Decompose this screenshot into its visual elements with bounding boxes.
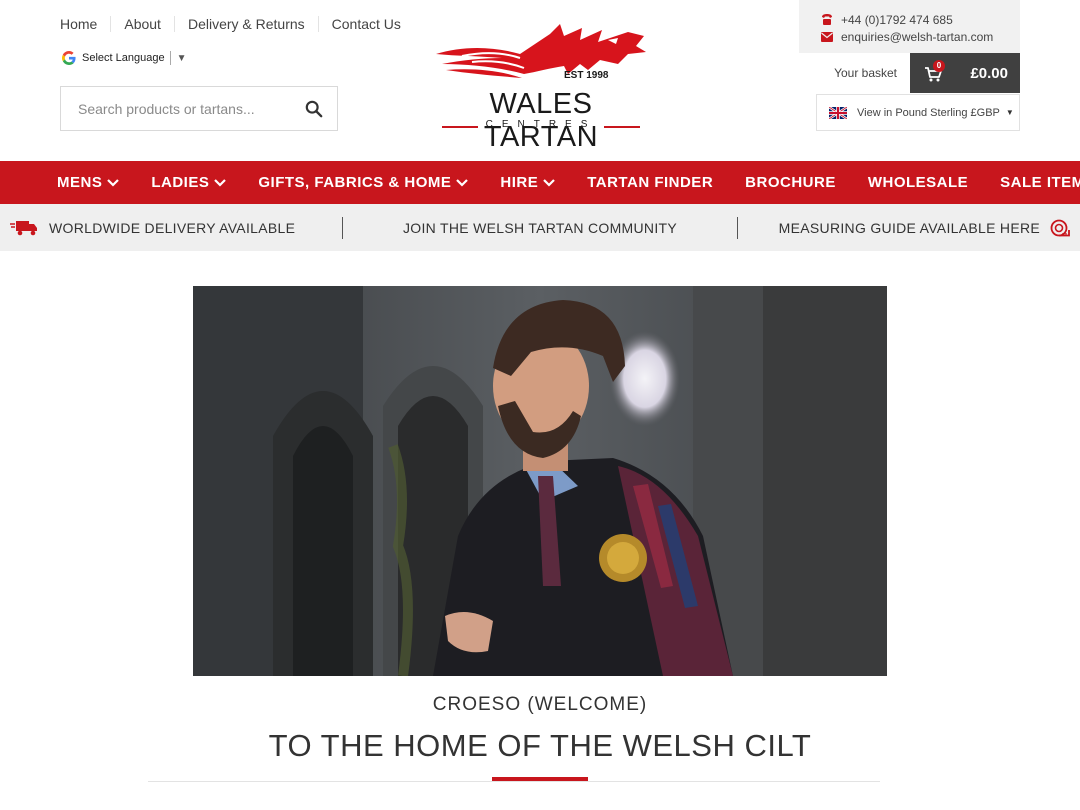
nav-item-hire[interactable]: HIRE <box>500 174 555 191</box>
hero-video[interactable] <box>193 286 887 676</box>
caret-down-icon: ▼ <box>1005 108 1014 117</box>
search-box <box>60 86 338 131</box>
nav-item-brochure[interactable]: BROCHURE <box>745 174 836 191</box>
language-label: Select Language <box>82 52 165 64</box>
chevron-down-icon <box>456 178 469 187</box>
nav-item-wholesale[interactable]: WHOLESALE <box>868 174 968 191</box>
phone-number: +44 (0)1792 474 685 <box>841 12 953 27</box>
nav-item-ladies[interactable]: LADIES <box>151 174 227 191</box>
top-link-delivery-returns[interactable]: Delivery & Returns <box>173 16 318 32</box>
contact-phone[interactable]: +44 (0)1792 474 685 <box>820 11 1020 28</box>
top-link-home[interactable]: Home <box>60 16 110 32</box>
nav-item-tartan-finder[interactable]: TARTAN FINDER <box>587 174 713 191</box>
chevron-down-icon <box>107 178 120 187</box>
phone-icon <box>820 14 833 26</box>
basket-count-badge: 0 <box>933 60 945 72</box>
nav-item-mens[interactable]: MENS <box>57 174 120 191</box>
dragon-logo-icon <box>436 24 646 78</box>
nav-label-gifts: GIFTS, FABRICS & HOME <box>258 174 452 191</box>
language-selector[interactable]: Select Language ▼ <box>62 51 186 65</box>
strip-divider <box>342 217 343 239</box>
top-link-about[interactable]: About <box>110 16 174 32</box>
nav-label-wholesale: WHOLESALE <box>867 174 969 191</box>
email-address: enquiries@welsh-tartan.com <box>841 29 994 44</box>
measuring-guide-link[interactable]: MEASURING GUIDE AVAILABLE HERE <box>779 204 1070 251</box>
search-input[interactable] <box>61 87 291 130</box>
cart-icon: 0 <box>924 60 945 82</box>
search-button[interactable] <box>291 87 337 130</box>
nav-label-tartan-finder: TARTAN FINDER <box>587 174 714 191</box>
delivery-text: WORLDWIDE DELIVERY AVAILABLE <box>49 219 296 236</box>
logo-est: EST 1998 <box>564 70 609 81</box>
community-link[interactable]: JOIN THE WELSH TARTAN COMMUNITY <box>403 220 677 236</box>
basket-button[interactable]: 0 £0.00 <box>910 53 1020 93</box>
uk-flag-icon <box>829 106 847 119</box>
info-strip: WORLDWIDE DELIVERY AVAILABLE JOIN THE WE… <box>0 204 1080 251</box>
nav-label-brochure: BROCHURE <box>745 174 836 191</box>
envelope-icon <box>820 31 833 43</box>
basket-total: £0.00 <box>970 64 1008 82</box>
search-icon <box>305 100 323 117</box>
site-logo[interactable]: EST 1998 WALES TARTAN CENTRES <box>432 24 650 153</box>
currency-label: View in Pound Sterling £GBP <box>857 106 1000 119</box>
language-arrow-icon: ▼ <box>176 52 187 64</box>
nav-item-gifts-fabrics-home[interactable]: GIFTS, FABRICS & HOME <box>258 174 469 191</box>
welcome-subtitle: CROESO (WELCOME) <box>432 694 648 715</box>
contact-box: +44 (0)1792 474 685 enquiries@welsh-tart… <box>799 0 1020 53</box>
top-links: Home About Delivery & Returns Contact Us <box>60 16 414 32</box>
measuring-text: MEASURING GUIDE AVAILABLE HERE <box>778 219 1040 236</box>
nav-label-sale-items: SALE ITEMS <box>1000 174 1080 191</box>
worldwide-delivery-link[interactable]: WORLDWIDE DELIVERY AVAILABLE <box>10 204 295 251</box>
title-divider <box>148 781 880 782</box>
currency-selector[interactable]: View in Pound Sterling £GBP ▼ <box>816 94 1020 131</box>
title-accent-bar <box>492 777 588 781</box>
contact-email[interactable]: enquiries@welsh-tartan.com <box>820 28 1020 45</box>
logo-subtitle: CENTRES <box>485 119 597 130</box>
main-nav: MENS LADIES GIFTS, FABRICS & HOME HIRE T… <box>0 161 1080 204</box>
nav-item-sale-items[interactable]: SALE ITEMS <box>1000 174 1080 191</box>
strip-divider <box>737 217 738 239</box>
basket: Your basket 0 £0.00 <box>816 53 1020 93</box>
nav-label-mens: MENS <box>57 174 103 191</box>
basket-label: Your basket <box>834 66 897 80</box>
delivery-truck-icon <box>10 220 37 235</box>
hero-image <box>193 286 887 676</box>
page-title: TO THE HOME OF THE WELSH CILT <box>268 728 812 763</box>
language-divider <box>169 51 171 65</box>
nav-label-ladies: LADIES <box>151 174 210 191</box>
nav-label-hire: HIRE <box>500 174 539 191</box>
google-icon <box>62 51 76 65</box>
top-link-contact-us[interactable]: Contact Us <box>317 16 414 32</box>
site-header: Home About Delivery & Returns Contact Us… <box>0 0 1080 161</box>
measuring-tape-icon <box>1050 219 1070 236</box>
chevron-down-icon <box>543 178 555 187</box>
chevron-down-icon <box>214 178 227 187</box>
